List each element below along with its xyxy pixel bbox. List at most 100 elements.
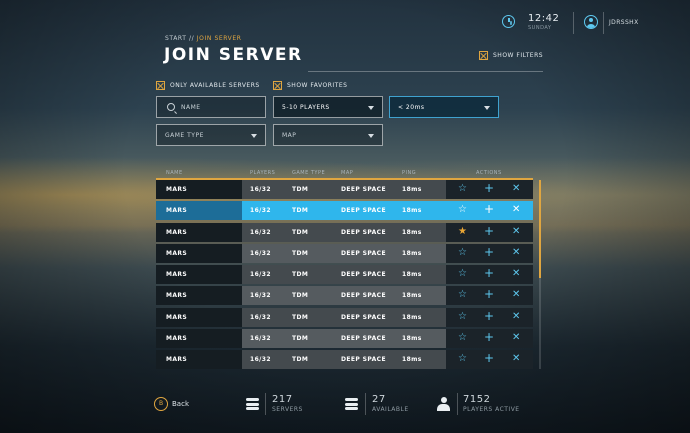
plus-icon[interactable]: + — [484, 203, 494, 215]
ping-select-value: < 20ms — [398, 103, 425, 111]
show-filters-label: SHOW FILTERS — [493, 52, 544, 59]
table-row[interactable]: MARS 16/32 TDM DEEP SPACE 18ms ☆ + ✕ — [156, 243, 533, 263]
close-icon[interactable]: ✕ — [512, 204, 521, 216]
cell-ping: 18ms — [402, 207, 422, 215]
stack-icon — [345, 398, 358, 410]
cell-players: 16/32 — [250, 186, 271, 193]
user-icon[interactable] — [584, 15, 598, 29]
close-icon[interactable]: ✕ — [512, 268, 521, 280]
star-icon[interactable]: ★ — [458, 226, 467, 237]
chevron-down-icon — [368, 106, 374, 110]
map-select[interactable]: MAP — [273, 124, 383, 146]
username[interactable]: JDRSSHX — [609, 19, 639, 26]
close-icon[interactable]: ✕ — [512, 247, 521, 259]
star-icon[interactable]: ☆ — [458, 247, 467, 258]
close-icon[interactable]: ✕ — [512, 226, 521, 238]
name-search-input[interactable]: NAME — [156, 96, 266, 118]
cell-map: DEEP SPACE — [341, 271, 386, 279]
page-title: JOIN SERVER — [164, 45, 303, 65]
cell-map: DEEP SPACE — [341, 186, 386, 193]
plus-icon[interactable]: + — [484, 331, 494, 343]
plus-icon[interactable]: + — [484, 246, 494, 258]
breadcrumb-start[interactable]: START // — [165, 35, 194, 42]
show-favorites-checkbox[interactable]: SHOW FAVORITES — [273, 81, 347, 90]
cell-name: MARS — [166, 335, 188, 343]
server-table: MARS 16/32 TDM DEEP SPACE 18ms ☆ + ✕ MARS 16/32 TD… — [156, 180, 533, 372]
cell-game-type: TDM — [292, 356, 309, 364]
star-icon[interactable]: ☆ — [458, 290, 467, 300]
header-divider — [573, 12, 574, 34]
close-icon[interactable]: ✕ — [512, 289, 521, 301]
scrollbar-thumb[interactable] — [539, 180, 541, 278]
table-row[interactable]: MARS 16/32 TDM DEEP SPACE 18ms ☆ + ✕ — [156, 201, 533, 221]
col-game-type[interactable]: GAME TYPE — [292, 170, 325, 176]
star-icon[interactable]: ☆ — [458, 311, 467, 322]
cell-ping: 18ms — [402, 249, 422, 257]
close-icon[interactable]: ✕ — [512, 183, 521, 195]
cell-map: DEEP SPACE — [341, 228, 386, 236]
close-icon[interactable]: ✕ — [512, 332, 521, 344]
table-row[interactable]: MARS 16/32 TDM DEEP SPACE 18ms ☆ + ✕ — [156, 350, 533, 370]
search-icon — [167, 103, 175, 111]
cell-name: MARS — [166, 292, 188, 300]
star-icon[interactable]: ☆ — [458, 205, 467, 215]
cell-ping: 18ms — [402, 228, 422, 236]
cell-players: 16/32 — [250, 207, 271, 215]
checkbox-checked-icon — [156, 81, 165, 90]
star-icon[interactable]: ☆ — [458, 333, 467, 343]
players-active-label: PLAYERS ACTIVE — [463, 406, 520, 413]
clock-time: 12:42 — [528, 13, 560, 24]
title-divider — [308, 71, 543, 72]
table-row[interactable]: MARS 16/32 TDM DEEP SPACE 18ms ☆ + ✕ — [156, 286, 533, 306]
players-select[interactable]: 5-10 PLAYERS — [273, 96, 383, 118]
checkbox-checked-icon — [479, 51, 488, 60]
table-row[interactable]: MARS 16/32 TDM DEEP SPACE 18ms ☆ + ✕ — [156, 329, 533, 349]
table-row[interactable]: MARS 16/32 TDM DEEP SPACE 18ms ☆ + ✕ — [156, 180, 533, 199]
cell-ping: 18ms — [402, 356, 422, 364]
col-map[interactable]: MAP — [341, 170, 353, 176]
cell-game-type: TDM — [292, 292, 309, 300]
plus-icon[interactable]: + — [484, 182, 494, 194]
table-row[interactable]: MARS 16/32 TDM DEEP SPACE 18ms ☆ + ✕ — [156, 265, 533, 285]
cell-name: MARS — [166, 207, 188, 215]
star-icon[interactable]: ☆ — [458, 354, 467, 364]
cell-game-type: TDM — [292, 228, 309, 236]
table-row[interactable]: MARS 16/32 TDM DEEP SPACE 18ms ★ + ✕ — [156, 222, 533, 242]
cell-name: MARS — [166, 356, 188, 364]
cell-players: 16/32 — [250, 292, 271, 300]
breadcrumb: START // JOIN SERVER — [165, 35, 242, 42]
close-icon[interactable]: ✕ — [512, 353, 521, 365]
cell-map: DEEP SPACE — [341, 313, 386, 321]
col-name[interactable]: NAME — [166, 170, 183, 176]
col-ping[interactable]: PING — [402, 170, 416, 176]
game-type-select[interactable]: GAME TYPE — [156, 124, 266, 146]
person-icon — [437, 397, 450, 411]
plus-icon[interactable]: + — [484, 352, 494, 364]
cell-ping: 18ms — [402, 186, 422, 193]
only-available-checkbox[interactable]: ONLY AVAILABLE SERVERS — [156, 81, 260, 90]
col-players[interactable]: PLAYERS — [250, 170, 275, 176]
servers-count: 217 — [272, 394, 293, 405]
back-button-label[interactable]: Back — [172, 400, 189, 408]
footer-divider — [365, 393, 366, 415]
star-icon[interactable]: ☆ — [458, 269, 467, 279]
cell-name: MARS — [166, 313, 188, 321]
show-filters-toggle[interactable]: SHOW FILTERS — [479, 51, 543, 60]
table-row[interactable]: MARS 16/32 TDM DEEP SPACE 18ms ☆ + ✕ — [156, 307, 533, 327]
plus-icon[interactable]: + — [484, 310, 494, 322]
ping-select[interactable]: < 20ms — [389, 96, 499, 118]
cell-game-type: TDM — [292, 249, 309, 257]
footer-divider — [457, 393, 458, 415]
plus-icon[interactable]: + — [484, 288, 494, 300]
plus-icon[interactable]: + — [484, 267, 494, 279]
back-button-key[interactable]: B — [154, 397, 168, 411]
name-search-placeholder: NAME — [181, 103, 201, 111]
cell-map: DEEP SPACE — [341, 335, 386, 343]
plus-icon[interactable]: + — [484, 225, 494, 237]
chevron-down-icon — [251, 134, 257, 138]
cell-ping: 18ms — [402, 335, 422, 343]
cell-game-type: TDM — [292, 207, 309, 215]
map-select-value: MAP — [282, 131, 297, 139]
close-icon[interactable]: ✕ — [512, 311, 521, 323]
star-icon[interactable]: ☆ — [458, 184, 467, 194]
